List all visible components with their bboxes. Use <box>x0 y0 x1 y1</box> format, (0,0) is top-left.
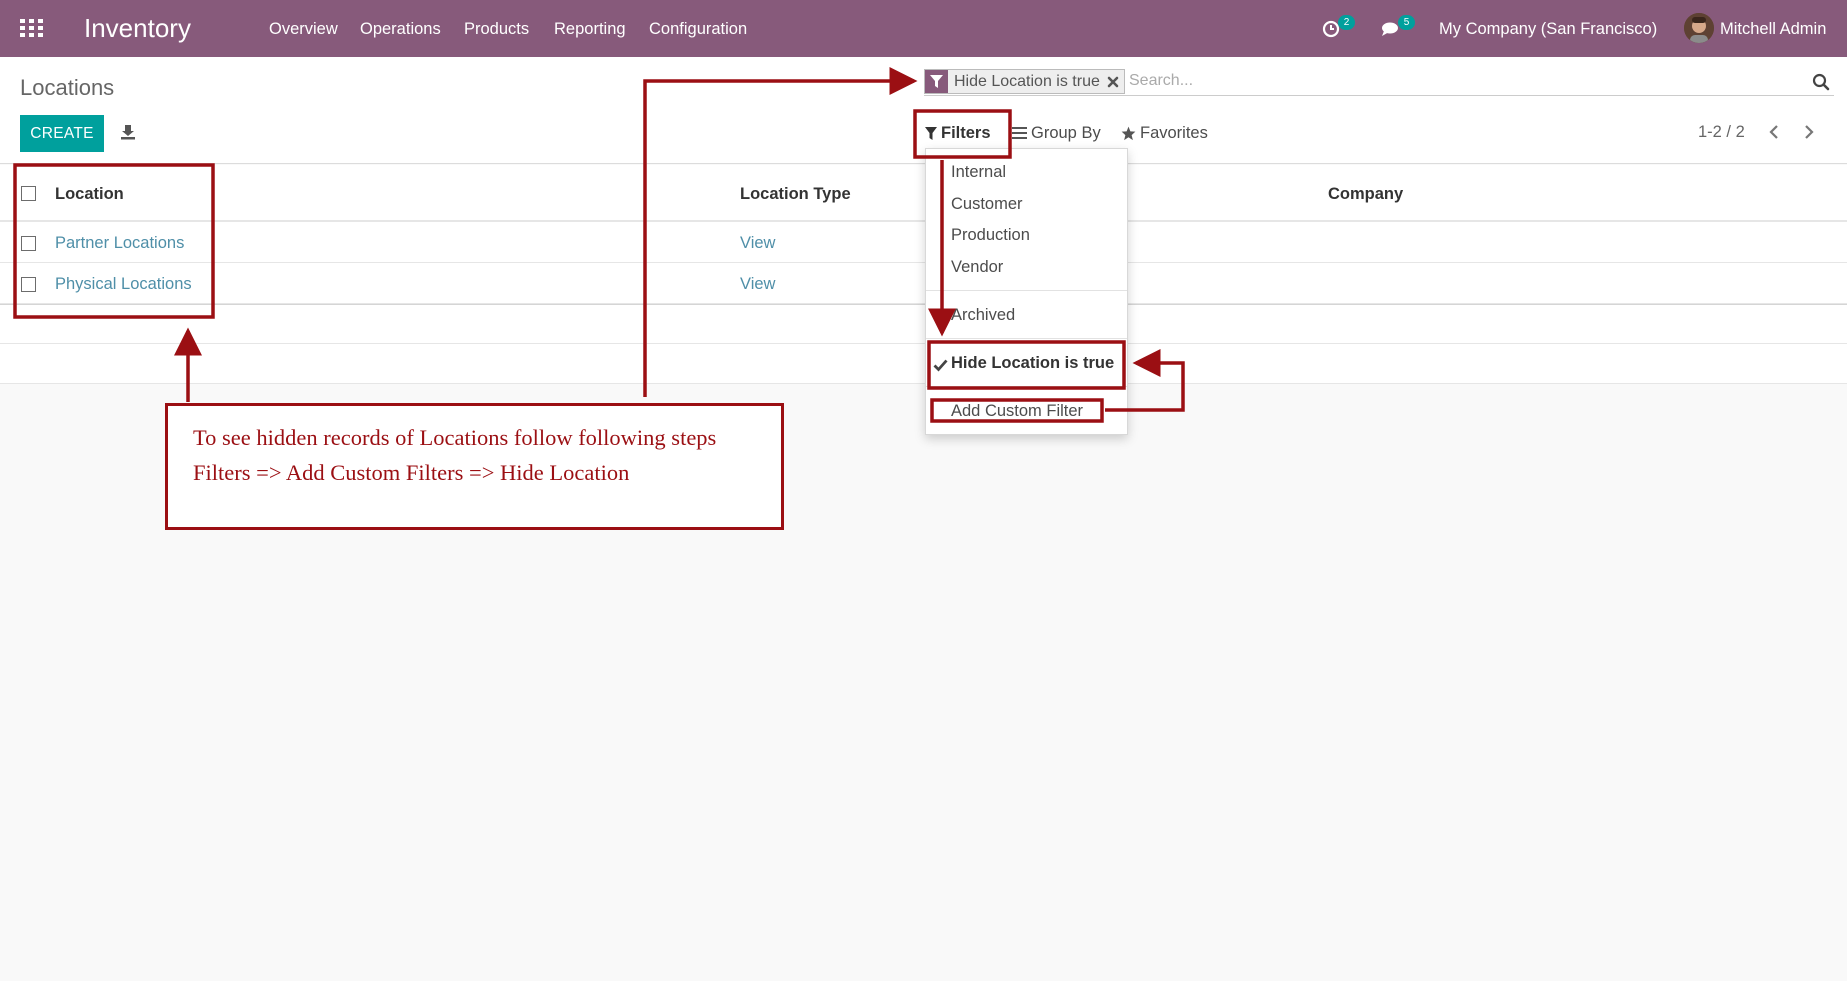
annotation-text-line2: Filters => Add Custom Filters => Hide Lo… <box>193 460 630 485</box>
arrow-to-search-facet <box>643 67 918 397</box>
location-column-highlight <box>13 163 215 319</box>
annotation-text-line1: To see hidden records of Locations follo… <box>193 425 717 450</box>
add-custom-filter-highlight <box>930 398 1104 423</box>
filters-highlight <box>913 109 1012 159</box>
annotation-callout: To see hidden records of Locations follo… <box>165 403 784 530</box>
hide-location-highlight <box>927 340 1126 390</box>
